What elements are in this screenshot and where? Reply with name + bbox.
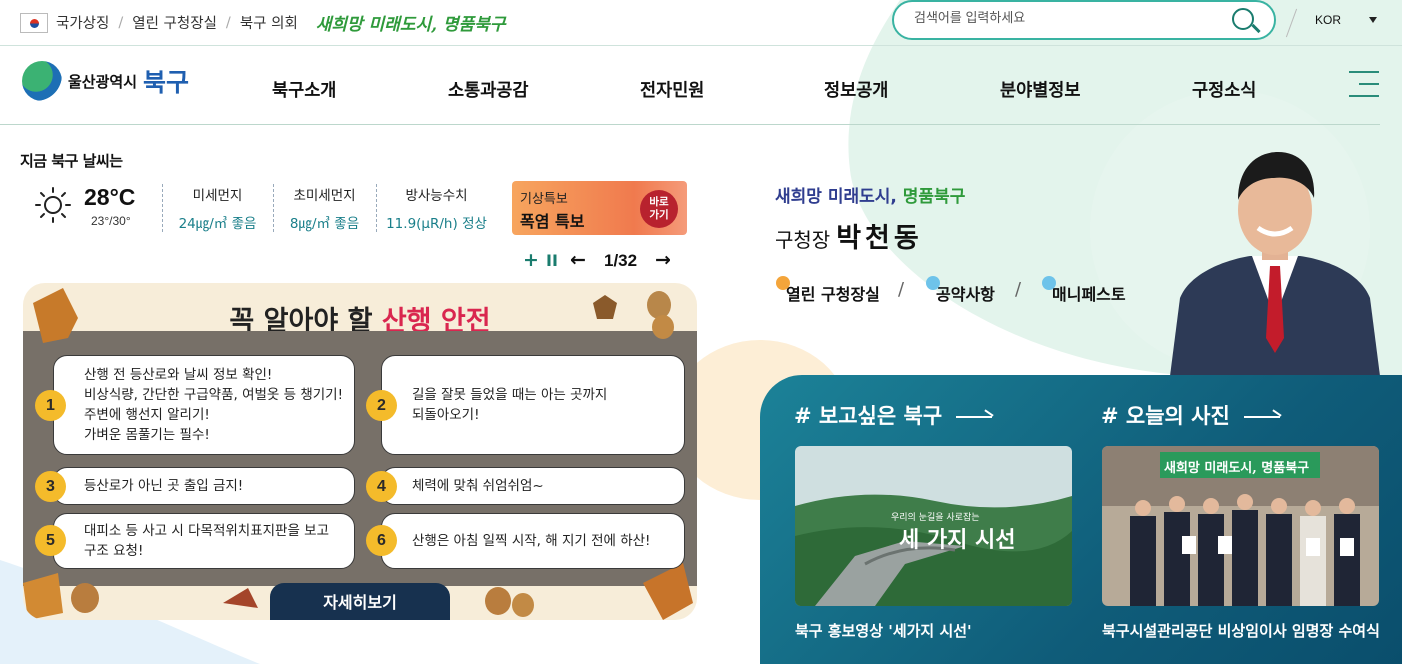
alert-label: 기상특보 xyxy=(520,192,568,207)
divider xyxy=(1285,8,1298,38)
today-photo-caption[interactable]: 북구시설관리공단 비상임이사 임명장 수여식 xyxy=(1102,620,1382,641)
today-photo-thumbnail[interactable]: 새희망 미래도시, 명품북구 xyxy=(1102,446,1379,606)
next-arrow-icon[interactable]: → xyxy=(655,249,671,271)
menu-about[interactable]: 북구소개 xyxy=(272,77,336,102)
slide-counter: 1/32 xyxy=(604,251,638,270)
dot-icon xyxy=(776,276,790,290)
arrow-right-icon xyxy=(1243,416,1280,418)
dot-icon xyxy=(926,276,940,290)
radiation-status: 정상 xyxy=(462,216,487,232)
fine-dust: 미세먼지 24㎍/㎥ 좋음 xyxy=(162,184,272,232)
weather-alert-banner[interactable]: 기상특보 폭염 특보 바로 가기 xyxy=(512,181,687,235)
menu-e-civil[interactable]: 전자민원 xyxy=(640,77,704,102)
mountain-safety-banner[interactable]: 꼭 알아야 할 산행 안전 산행 전 등산로와 날씨 정보 확인! 비상식량, … xyxy=(23,283,697,620)
council-link[interactable]: 북구 의회 xyxy=(240,12,298,33)
tip-6-text: 산행은 아침 일찍 시작, 해 지기 전에 하산! xyxy=(412,533,651,549)
pause-icon[interactable]: II xyxy=(546,251,558,270)
mayor-link-manifesto[interactable]: 매니페스토 xyxy=(1042,276,1126,305)
main-navigation: 울산광역시 북구 북구소개 소통과공감 전자민원 정보공개 분야별정보 구정소식 xyxy=(0,47,1380,125)
radiation: 방사능수치 11.9(μR/h) 정상 xyxy=(376,184,496,232)
chevron-down-icon xyxy=(1369,17,1377,23)
ultra-fine-dust-status: 좋음 xyxy=(334,216,360,232)
hamburger-menu-icon[interactable] xyxy=(1349,71,1379,99)
menu-field-info[interactable]: 분야별정보 xyxy=(1000,77,1081,102)
sun-icon xyxy=(35,187,71,223)
mayor-greeting: 새희망 미래도시, 명품북구 xyxy=(775,187,966,207)
safety-tip-5: 대피소 등 사고 시 다목적위치표지판을 보고 구조 요청! xyxy=(53,513,355,569)
tip-1-text: 산행 전 등산로와 날씨 정보 확인! 비상식량, 간단한 구급약품, 여벌옷 … xyxy=(84,367,344,443)
search-input[interactable] xyxy=(914,10,1214,25)
arrow-right-icon xyxy=(956,416,993,418)
language-label: KOR xyxy=(1315,13,1342,27)
tip-3-text: 등산로가 아닌 곳 출입 금지! xyxy=(84,478,244,494)
prev-arrow-icon[interactable]: ← xyxy=(570,249,586,271)
promo-video-caption[interactable]: 북구 홍보영상 '세가지 시선' xyxy=(795,620,1075,641)
national-symbol-link[interactable]: 국가상징 xyxy=(56,12,109,33)
menu-info-disclosure[interactable]: 정보공개 xyxy=(824,77,888,102)
ultra-fine-dust: 초미세먼지 8㎍/㎥ 좋음 xyxy=(273,184,375,232)
plus-icon[interactable]: + xyxy=(523,249,539,271)
tip-4-number: 4 xyxy=(366,471,397,502)
safety-tip-2: 길을 잘못 들었을 때는 아는 곳까지 되돌아오기! xyxy=(381,355,685,455)
logo-mark-icon xyxy=(22,61,62,101)
fine-dust-status: 좋음 xyxy=(231,216,257,232)
search-icon[interactable] xyxy=(1232,8,1254,30)
promo-video-thumbnail[interactable]: 우리의 눈길을 사로잡는 세 가지 시선 xyxy=(795,446,1072,606)
open-mayor-office-link[interactable]: 열린 구청장실 xyxy=(132,12,217,33)
temperature-range: 23°/30° xyxy=(91,214,131,228)
site-logo[interactable]: 울산광역시 북구 xyxy=(22,61,189,101)
top-utility-bar: 국가상징 / 열린 구청장실 / 북구 의회 새희망 미래도시, 명품북구 KO… xyxy=(0,0,1402,46)
search-box xyxy=(892,0,1276,40)
logo-city: 울산광역시 xyxy=(68,72,138,91)
alert-go-button[interactable]: 바로 가기 xyxy=(640,190,678,228)
fine-dust-value: 24㎍/㎥ xyxy=(178,216,228,232)
safety-tip-4: 체력에 맞춰 쉬엄쉬엄~ xyxy=(381,467,685,505)
thumb2-banner-text: 새희망 미래도시, 명품북구 xyxy=(1164,461,1310,476)
section-title-photo[interactable]: # 오늘의 사진 xyxy=(1101,400,1280,430)
radiation-value: 11.9(μR/h) xyxy=(386,216,458,232)
tip-4-text: 체력에 맞춰 쉬엄쉬엄~ xyxy=(412,478,544,494)
dot-icon xyxy=(1042,276,1056,290)
tip-6-number: 6 xyxy=(366,525,397,556)
logo-district: 북구 xyxy=(143,68,190,97)
section-title-bogosipeun[interactable]: # 보고싶은 북구 xyxy=(794,400,993,430)
tip-2-number: 2 xyxy=(366,390,397,421)
top-links: 국가상징 / 열린 구청장실 / 북구 의회 새희망 미래도시, 명품북구 xyxy=(20,10,506,35)
fine-dust-label: 미세먼지 xyxy=(192,188,243,204)
ultra-fine-dust-value: 8㎍/㎥ xyxy=(289,216,330,232)
mayor-link-pledges[interactable]: 공약사항 xyxy=(926,276,995,305)
tip-2-text: 길을 잘못 들었을 때는 아는 곳까지 되돌아오기! xyxy=(412,387,608,423)
safety-tip-1: 산행 전 등산로와 날씨 정보 확인! 비상식량, 간단한 구급약품, 여벌옷 … xyxy=(53,355,355,455)
korean-flag-icon xyxy=(20,12,48,33)
alert-value: 폭염 특보 xyxy=(520,212,585,231)
tip-3-number: 3 xyxy=(35,471,66,502)
tip-5-number: 5 xyxy=(35,525,66,556)
temperature: 28°C xyxy=(84,184,136,210)
safety-tip-3: 등산로가 아닌 곳 출입 금지! xyxy=(53,467,355,505)
ultra-fine-dust-label: 초미세먼지 xyxy=(293,188,356,204)
menu-news[interactable]: 구정소식 xyxy=(1192,77,1256,102)
tip-5-text: 대피소 등 사고 시 다목적위치표지판을 보고 구조 요청! xyxy=(84,523,330,559)
mayor-link-office[interactable]: 열린 구청장실 xyxy=(776,276,880,305)
weather-title: 지금 북구 날씨는 xyxy=(20,152,123,170)
view-more-button[interactable]: 자세히보기 xyxy=(270,583,450,620)
radiation-label: 방사능수치 xyxy=(405,188,468,204)
slogan-text: 새희망 미래도시, 명품북구 xyxy=(315,15,506,35)
safety-tip-6: 산행은 아침 일찍 시작, 해 지기 전에 하산! xyxy=(381,513,685,569)
mayor-name: 구청장 박천동 xyxy=(775,223,923,254)
mayor-portrait xyxy=(1170,152,1380,376)
menu-communication[interactable]: 소통과공감 xyxy=(448,77,529,102)
thumb1-title: 세 가지 시선 xyxy=(899,528,1016,553)
tip-1-number: 1 xyxy=(35,390,66,421)
language-select[interactable]: KOR xyxy=(1315,13,1377,27)
